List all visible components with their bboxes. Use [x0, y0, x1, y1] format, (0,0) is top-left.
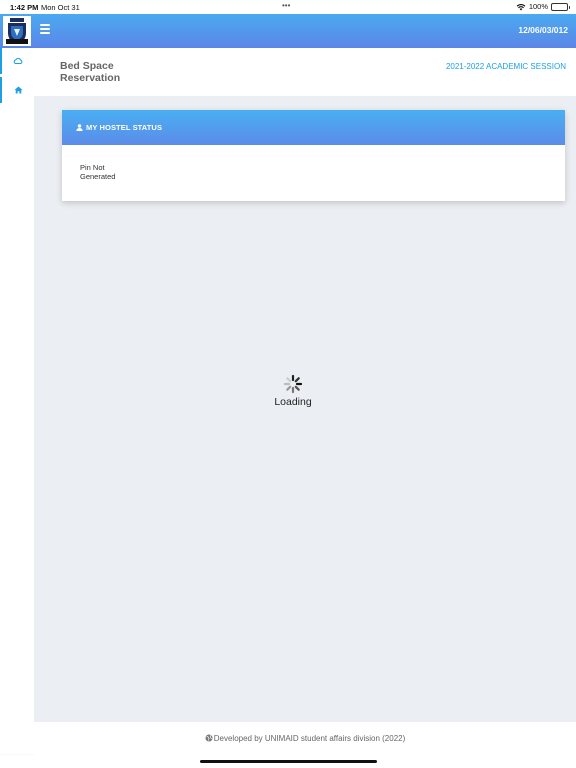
battery-icon	[551, 2, 570, 11]
crest-icon	[6, 18, 28, 44]
status-bar: 1:42 PM Mon Oct 31 ••• 100%	[0, 0, 576, 14]
card-title: MY HOSTEL STATUS	[86, 123, 163, 132]
sidebar-item-cloud[interactable]	[0, 48, 34, 74]
sidebar-item-home[interactable]	[0, 77, 34, 103]
user-icon	[76, 124, 83, 131]
footer-text: Developed by UNIMAID student affairs div…	[213, 733, 406, 743]
page-header: Bed Space Reservation 2021-2022 ACADEMIC…	[34, 48, 576, 96]
app-header: 12/06/03/012	[0, 14, 576, 48]
globe-icon	[205, 734, 213, 742]
page-title: Bed Space Reservation	[60, 60, 121, 84]
battery-percent: 100%	[528, 2, 548, 11]
status-time: 1:42 PM	[10, 3, 39, 12]
loading-indicator: Loading	[258, 374, 328, 408]
sidebar	[0, 48, 34, 754]
home-icon	[14, 86, 22, 94]
main-content: Bed Space Reservation 2021-2022 ACADEMIC…	[34, 48, 576, 722]
pin-status: Pin Not Generated	[80, 163, 116, 181]
hamburger-icon[interactable]	[40, 24, 50, 34]
spinner-icon	[283, 374, 303, 394]
multitasking-dots-icon[interactable]: •••	[282, 1, 290, 10]
loading-text: Loading	[274, 396, 312, 408]
home-indicator[interactable]	[200, 760, 377, 763]
footer: Developed by UNIMAID student affairs div…	[34, 722, 576, 754]
student-code: 12/06/03/012	[518, 25, 568, 35]
card-header: MY HOSTEL STATUS	[62, 110, 565, 145]
academic-session: 2021-2022 ACADEMIC SESSION	[445, 62, 566, 71]
card-body: Pin Not Generated	[62, 145, 565, 181]
status-date: Mon Oct 31	[41, 3, 80, 12]
wifi-icon	[516, 3, 526, 11]
status-right: 100%	[516, 2, 570, 11]
university-logo[interactable]	[3, 16, 31, 46]
hostel-status-card: MY HOSTEL STATUS Pin Not Generated	[62, 110, 565, 201]
cloud-icon	[13, 57, 23, 64]
